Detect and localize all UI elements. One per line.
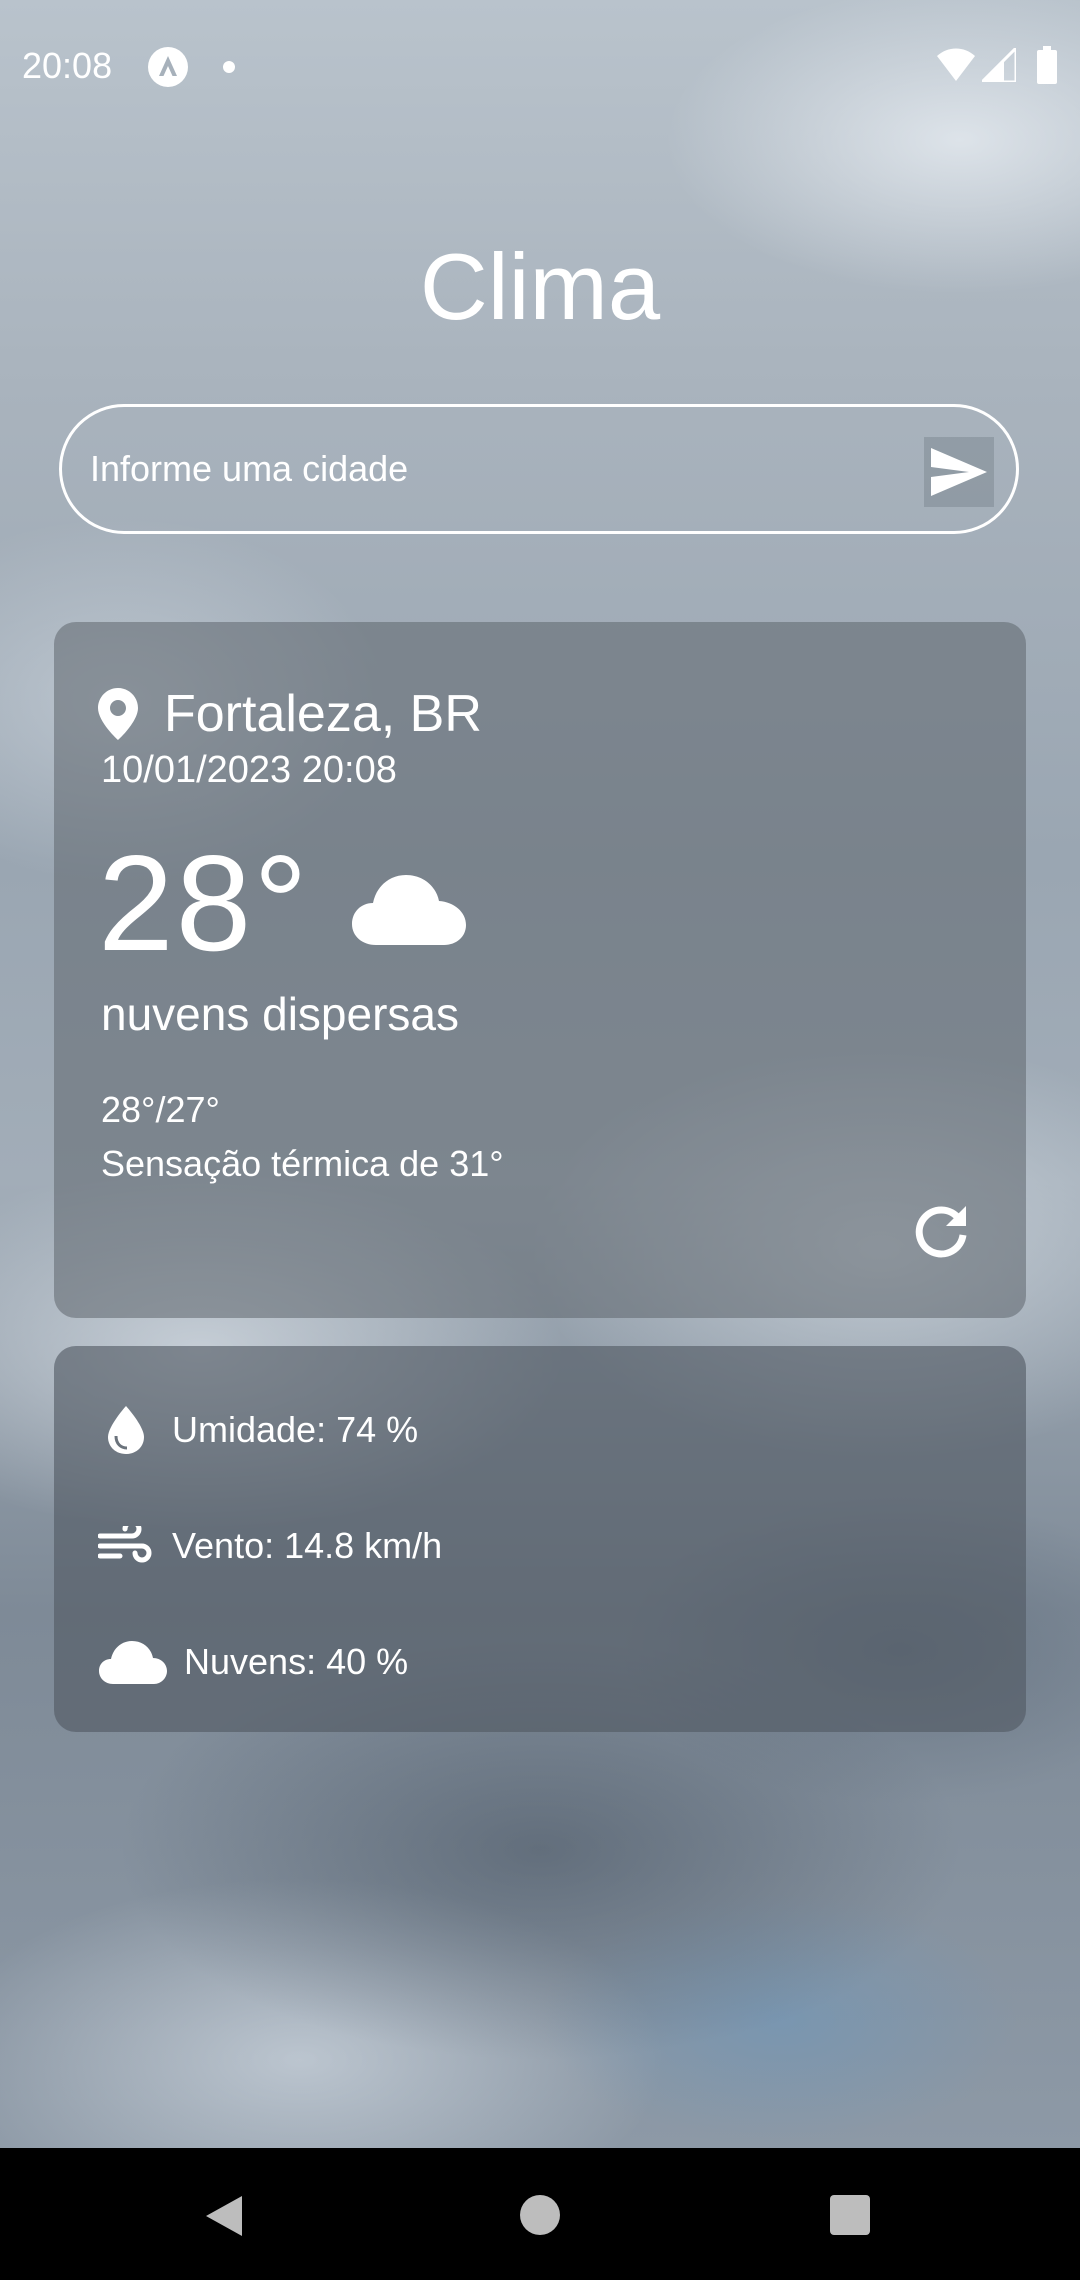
- feels-like: Sensação térmica de 31°: [101, 1143, 504, 1184]
- status-time: 20:08: [22, 45, 113, 86]
- current-weather-card: Fortaleza, BR 10/01/2023 20:08 28° nuven…: [54, 622, 1026, 1318]
- date-time: 10/01/2023 20:08: [101, 749, 397, 791]
- weather-app-screen: 20:08 Clima Informe uma cidade Fortaleza…: [0, 0, 1080, 2280]
- city-search-input[interactable]: [90, 437, 930, 501]
- notification-dot: [223, 61, 235, 73]
- clouds-label: Nuvens: 40 %: [184, 1641, 409, 1682]
- recents-button[interactable]: [830, 2195, 870, 2235]
- location-row: Fortaleza, BR: [98, 678, 482, 750]
- cloud-icon: [98, 1634, 168, 1690]
- refresh-icon: [915, 1206, 967, 1258]
- battery-icon: [1037, 46, 1057, 84]
- app-title: Clima: [419, 234, 661, 339]
- droplet-icon: [98, 1402, 154, 1458]
- back-button[interactable]: [204, 2194, 244, 2238]
- city-name: Fortaleza, BR: [164, 685, 482, 743]
- wind-row: Vento: 14.8 km/h: [98, 1514, 442, 1578]
- humidity-row: Umidade: 74 %: [98, 1398, 418, 1462]
- clouds-row: Nuvens: 40 %: [98, 1630, 408, 1694]
- weather-description: nuvens dispersas: [101, 988, 459, 1040]
- navigation-bar: [0, 2148, 1080, 2280]
- home-button[interactable]: [520, 2195, 560, 2235]
- app-notification-icon: [148, 47, 188, 87]
- status-bar: 20:08: [0, 0, 1080, 136]
- signal-icon: [982, 48, 1016, 82]
- wifi-icon: [937, 48, 975, 81]
- refresh-button[interactable]: [906, 1196, 976, 1266]
- send-button[interactable]: [924, 437, 994, 507]
- wind-label: Vento: 14.8 km/h: [172, 1525, 443, 1566]
- weather-details-card: Umidade: 74 % Vento: 14.8 km/h Nuvens: 4…: [54, 1346, 1026, 1732]
- current-temperature: 28°: [98, 827, 310, 979]
- temperature-row: 28°: [98, 828, 468, 978]
- map-pin-icon: [98, 688, 138, 740]
- city-search-box: [59, 404, 1019, 534]
- wind-icon: [98, 1518, 154, 1574]
- humidity-label: Umidade: 74 %: [172, 1409, 419, 1450]
- send-icon: [931, 448, 987, 496]
- min-max-temperature: 28°/27°: [101, 1089, 220, 1130]
- cloud-icon: [351, 875, 466, 945]
